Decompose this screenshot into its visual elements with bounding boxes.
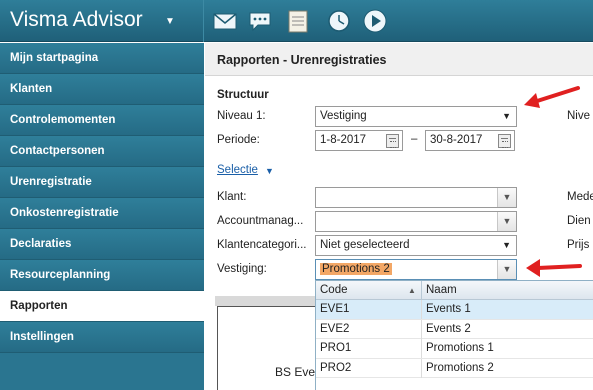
selectie-link[interactable]: Selectie — [217, 164, 258, 176]
grid-cell-naam: Promotions 1 — [426, 342, 494, 354]
grid-cell-code: EVE2 — [316, 319, 422, 339]
grid-header: Code ▲ Naam — [316, 281, 593, 300]
sidebar-item-mijn-startpagina[interactable]: Mijn startpagina — [0, 43, 204, 74]
chevron-down-icon[interactable]: ▼ — [497, 188, 516, 207]
right-label-medewerker: Mede — [567, 191, 593, 203]
grid-row[interactable]: PRO2 Promotions 2 — [316, 358, 593, 378]
accountmanager-label: Accountmanag... — [217, 215, 304, 227]
grid-cell-naam: Events 1 — [426, 303, 471, 315]
periode-label: Periode: — [217, 134, 260, 146]
klantencategorie-label: Klantencategori... — [217, 239, 307, 251]
sidebar-item-klanten[interactable]: Klanten — [0, 74, 204, 105]
top-bar: Visma Advisor ▼ — [0, 0, 593, 42]
sidebar-item-onkostenregistratie[interactable]: Onkostenregistratie — [0, 198, 204, 229]
chevron-down-icon[interactable]: ▼ — [265, 166, 274, 176]
chevron-down-icon: ▼ — [502, 240, 511, 250]
chevron-down-icon[interactable]: ▼ — [497, 212, 516, 231]
sidebar-item-declaraties[interactable]: Declaraties — [0, 229, 204, 260]
accountmanager-combobox[interactable]: ▼ — [315, 211, 517, 232]
niveau1-value: Vestiging — [320, 110, 367, 122]
annotation-arrow — [526, 259, 582, 277]
niveau1-select[interactable]: Vestiging ▼ — [315, 106, 517, 127]
grid-cell-code: PRO1 — [316, 339, 422, 358]
mail-icon[interactable] — [211, 7, 239, 35]
calendar-icon[interactable] — [498, 134, 511, 148]
vestiging-dropdown-grid: Code ▲ Naam EVE1 Events 1 EVE2 Events 2 … — [315, 280, 593, 390]
sidebar-item-rapporten[interactable]: Rapporten — [0, 291, 204, 322]
klant-combobox[interactable]: ▼ — [315, 187, 517, 208]
periode-separator: – — [411, 133, 418, 145]
annotation-arrow — [524, 86, 580, 108]
right-label-prijs: Prijs — [567, 239, 590, 251]
periode-to-value: 30-8-2017 — [430, 134, 483, 146]
sidebar-item-controlemomenten[interactable]: Controlemomenten — [0, 105, 204, 136]
column-header-code[interactable]: Code — [316, 281, 422, 300]
grid-cell-naam: Events 2 — [426, 322, 471, 335]
calendar-icon[interactable] — [386, 134, 399, 148]
grid-row[interactable]: EVE2 Events 2 — [316, 319, 593, 339]
grid-cell-code: EVE1 — [316, 300, 422, 319]
right-label-dienst: Dien — [567, 215, 591, 227]
structuur-heading: Structuur — [217, 89, 269, 101]
niveau1-label: Niveau 1: — [217, 110, 266, 122]
grid-cell-code: PRO2 — [316, 358, 422, 378]
klantencategorie-value: Niet geselecteerd — [320, 239, 410, 251]
vestiging-combobox[interactable]: Promotions 2 ▼ — [315, 259, 517, 280]
periode-from-value: 1-8-2017 — [320, 134, 367, 146]
klant-label: Klant: — [217, 191, 247, 203]
sidebar-item-resourceplanning[interactable]: Resourceplanning — [0, 260, 204, 291]
app-menu-caret-icon[interactable]: ▼ — [165, 16, 175, 27]
sidebar-item-urenregistratie[interactable]: Urenregistratie — [0, 167, 204, 198]
chat-icon[interactable] — [246, 7, 274, 35]
report-preview-text: BS Eve — [275, 365, 316, 379]
play-icon[interactable] — [361, 7, 389, 35]
klantencategorie-select[interactable]: Niet geselecteerd ▼ — [315, 235, 517, 256]
clock-icon[interactable] — [325, 7, 353, 35]
grid-row[interactable]: EVE1 Events 1 — [316, 300, 593, 320]
column-header-naam[interactable]: Naam — [422, 281, 593, 300]
sidebar-item-contactpersonen[interactable]: Contactpersonen — [0, 136, 204, 167]
page-title: Rapporten - Urenregistraties — [205, 43, 593, 76]
grid-cell-naam: Promotions 2 — [426, 361, 494, 374]
chevron-down-icon: ▼ — [502, 111, 511, 121]
sidebar: Mijn startpagina Klanten Controlemomente… — [0, 43, 204, 390]
sidebar-item-instellingen[interactable]: Instellingen — [0, 322, 204, 353]
sort-ascending-icon[interactable]: ▲ — [408, 286, 416, 295]
chevron-down-icon[interactable]: ▼ — [497, 260, 516, 279]
notes-icon[interactable] — [284, 7, 312, 35]
vestiging-label: Vestiging: — [217, 263, 267, 275]
grid-row[interactable]: PRO1 Promotions 1 — [316, 339, 593, 359]
vestiging-value: Promotions 2 — [320, 263, 392, 275]
